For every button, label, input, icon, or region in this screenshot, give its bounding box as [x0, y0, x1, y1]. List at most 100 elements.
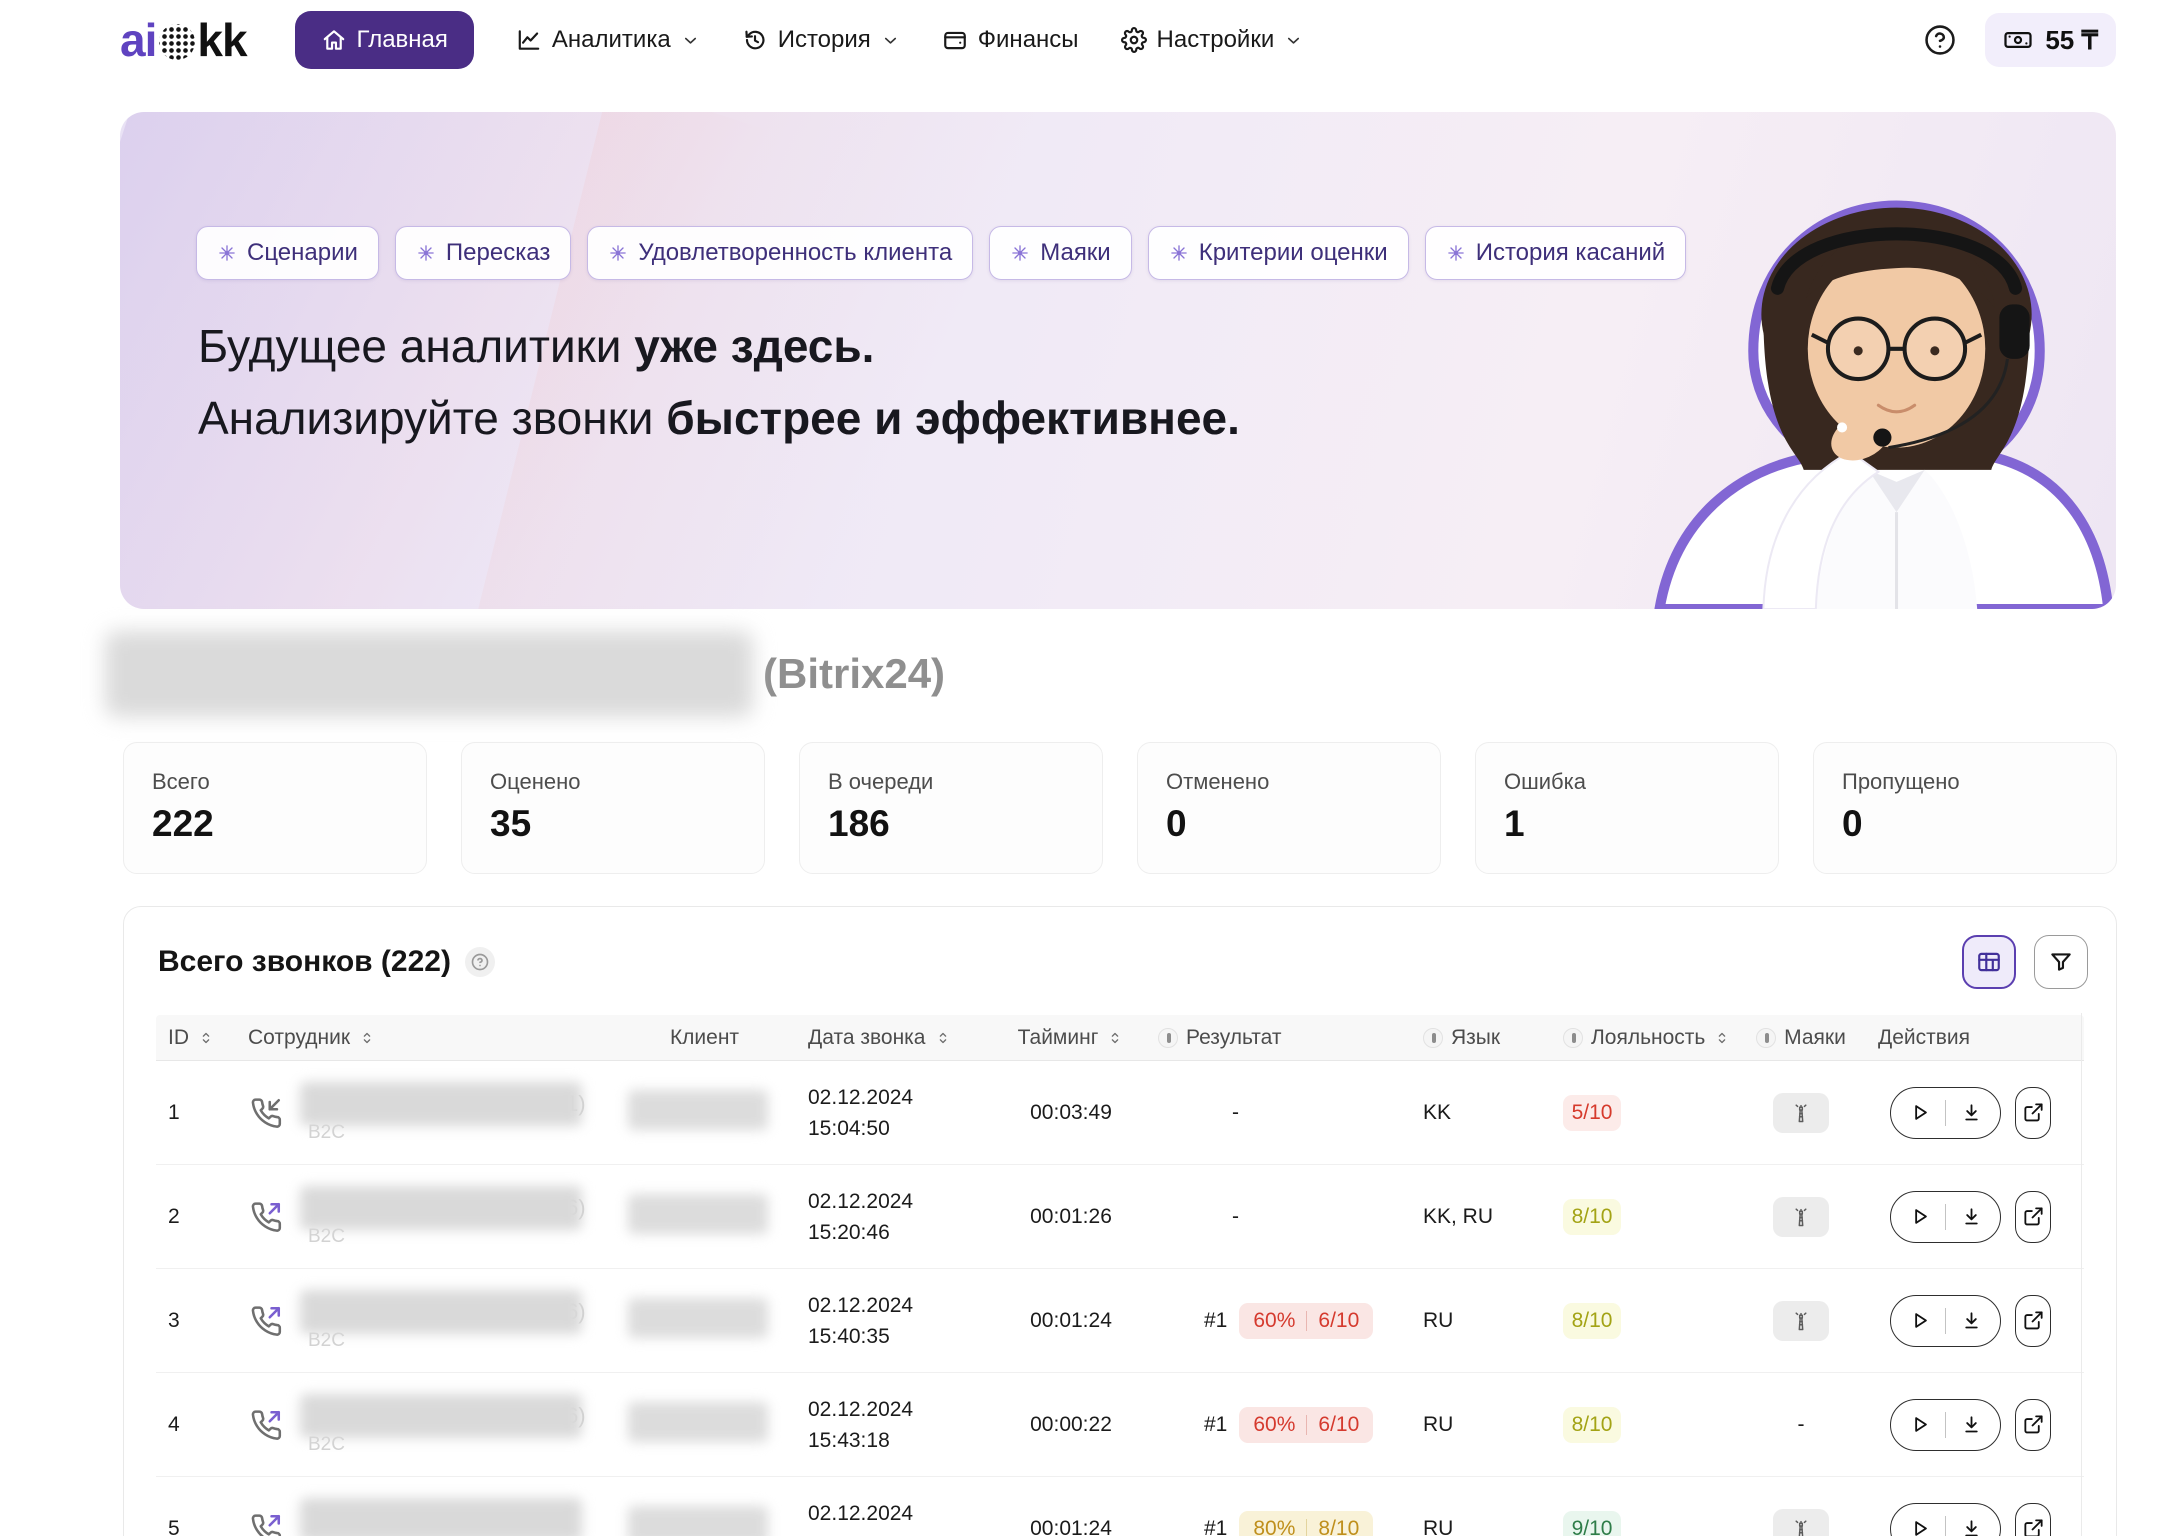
chip-label: Маяки [1040, 239, 1111, 267]
table-scrollbar-gutter[interactable] [2081, 1013, 2082, 1536]
filter-button[interactable] [2034, 935, 2088, 989]
open-call-button[interactable] [2015, 1191, 2051, 1243]
sort-icon[interactable] [934, 1029, 952, 1047]
nav-right: 55 ₸ [1923, 13, 2116, 67]
open-call-button[interactable] [2015, 1295, 2051, 1347]
language-cell: RU [1411, 1413, 1551, 1437]
chip-label: Пересказ [446, 239, 550, 267]
column-header-employee[interactable]: Сотрудник [236, 1026, 613, 1050]
chevron-down-icon [1284, 31, 1303, 50]
app: ai kk Главная Аналитика История Финансы Наст… [0, 0, 2160, 1536]
result-cell: - [1146, 1101, 1411, 1125]
table-grid-icon [1976, 949, 2002, 975]
download-button[interactable] [1958, 1413, 1985, 1436]
logo-sphere-icon [159, 24, 195, 60]
play-button[interactable] [1906, 1517, 1933, 1536]
timing-cell: 00:00:22 [996, 1413, 1146, 1437]
sort-icon[interactable] [358, 1029, 376, 1047]
column-label: Тайминг [1018, 1026, 1099, 1050]
stat-value: 35 [490, 803, 736, 845]
play-button[interactable] [1906, 1205, 1933, 1228]
nav-item-history[interactable]: История [742, 11, 900, 69]
column-header-call-date[interactable]: Дата звонка [796, 1026, 996, 1050]
beacon-badge [1773, 1301, 1829, 1341]
sparkle-icon [1446, 243, 1466, 263]
question-icon [470, 952, 490, 972]
top-nav: ai kk Главная Аналитика История Финансы Наст… [0, 0, 2160, 80]
wallet-icon [942, 27, 968, 53]
client-name-redacted [628, 1298, 768, 1338]
phone-outgoing-icon [248, 1407, 284, 1443]
employee-cell: 6)B2C [236, 1394, 613, 1456]
feature-chip-1[interactable]: Пересказ [395, 226, 571, 280]
actions-cell [1866, 1399, 2051, 1451]
feature-chip-4[interactable]: Критерии оценки [1148, 226, 1409, 280]
history-icon [742, 27, 768, 53]
download-button[interactable] [1958, 1101, 1985, 1124]
feature-chip-0[interactable]: Сценарии [196, 226, 379, 280]
open-call-button[interactable] [2015, 1087, 2051, 1139]
download-button[interactable] [1958, 1309, 1985, 1332]
call-date: 02.12.2024 [808, 1186, 996, 1217]
phone-incoming-icon [248, 1095, 284, 1131]
download-button[interactable] [1958, 1517, 1985, 1536]
result-cell: #160%6/10 [1146, 1303, 1411, 1339]
sort-icon[interactable] [1106, 1029, 1124, 1047]
loyalty-badge: 8/10 [1563, 1199, 1621, 1235]
sparkle-icon [217, 243, 237, 263]
result-badge: 60%6/10 [1239, 1303, 1373, 1339]
column-label: Лояльность [1591, 1026, 1705, 1050]
employee-cell: 6)B2C [236, 1290, 613, 1352]
audio-controls [1890, 1399, 2001, 1451]
nav-item-label: Главная [357, 26, 448, 54]
open-call-button[interactable] [2015, 1399, 2051, 1451]
sort-icon[interactable] [1713, 1029, 1731, 1047]
feature-chip-3[interactable]: Маяки [989, 226, 1132, 280]
ai-icon [1563, 1028, 1583, 1048]
column-header-id[interactable]: ID [156, 1026, 236, 1050]
client-cell [613, 1506, 796, 1536]
result-cell: #180%8/10 [1146, 1511, 1411, 1536]
beacons-cell [1736, 1093, 1866, 1133]
column-label: Клиент [670, 1026, 739, 1050]
company-name-redacted [105, 631, 753, 717]
column-header-timing[interactable]: Тайминг [996, 1026, 1146, 1050]
nav-item-settings[interactable]: Настройки [1121, 11, 1304, 69]
table-view-button[interactable] [1962, 935, 2016, 989]
table-help-icon[interactable] [465, 947, 495, 977]
chip-label: Сценарии [247, 239, 358, 267]
nav-item-label: Финансы [978, 26, 1079, 54]
ai-icon [1158, 1028, 1178, 1048]
hero-photo-operator [1556, 135, 2116, 609]
phone-outgoing-icon [248, 1511, 284, 1536]
ai-icon [1756, 1028, 1776, 1048]
nav-item-finance[interactable]: Финансы [942, 11, 1079, 69]
download-button[interactable] [1958, 1205, 1985, 1228]
logo[interactable]: ai kk [120, 13, 247, 67]
column-header-loyalty[interactable]: Лояльность [1551, 1026, 1736, 1050]
view-controls [1962, 935, 2088, 989]
call-time: 15:43:18 [808, 1425, 996, 1456]
help-button[interactable] [1923, 23, 1957, 57]
table-column-headers: IDСотрудникКлиентДата звонкаТаймингРезул… [156, 1015, 2084, 1061]
beacon-badge [1773, 1509, 1829, 1536]
play-button[interactable] [1906, 1101, 1933, 1124]
nav-item-home[interactable]: Главная [295, 11, 474, 69]
language-cell: KK, RU [1411, 1205, 1551, 1229]
column-label: Маяки [1784, 1026, 1846, 1050]
play-button[interactable] [1906, 1413, 1933, 1436]
column-label: Сотрудник [248, 1026, 350, 1050]
sort-icon[interactable] [197, 1029, 215, 1047]
column-header-client: Клиент [613, 1026, 796, 1050]
play-button[interactable] [1906, 1309, 1933, 1332]
feature-chip-2[interactable]: Удовлетворенность клиента [587, 226, 973, 280]
call-date: 02.12.2024 [808, 1082, 996, 1113]
stat-label: Ошибка [1504, 769, 1750, 795]
timing-cell: 00:01:24 [996, 1309, 1146, 1333]
table-header-bar: Всего звонков (222) [124, 907, 2116, 1015]
open-call-button[interactable] [2015, 1503, 2051, 1536]
column-header-beacons: Маяки [1736, 1026, 1866, 1050]
loyalty-badge: 8/10 [1563, 1303, 1621, 1339]
nav-item-analytics[interactable]: Аналитика [516, 11, 700, 69]
balance-chip[interactable]: 55 ₸ [1985, 13, 2116, 67]
